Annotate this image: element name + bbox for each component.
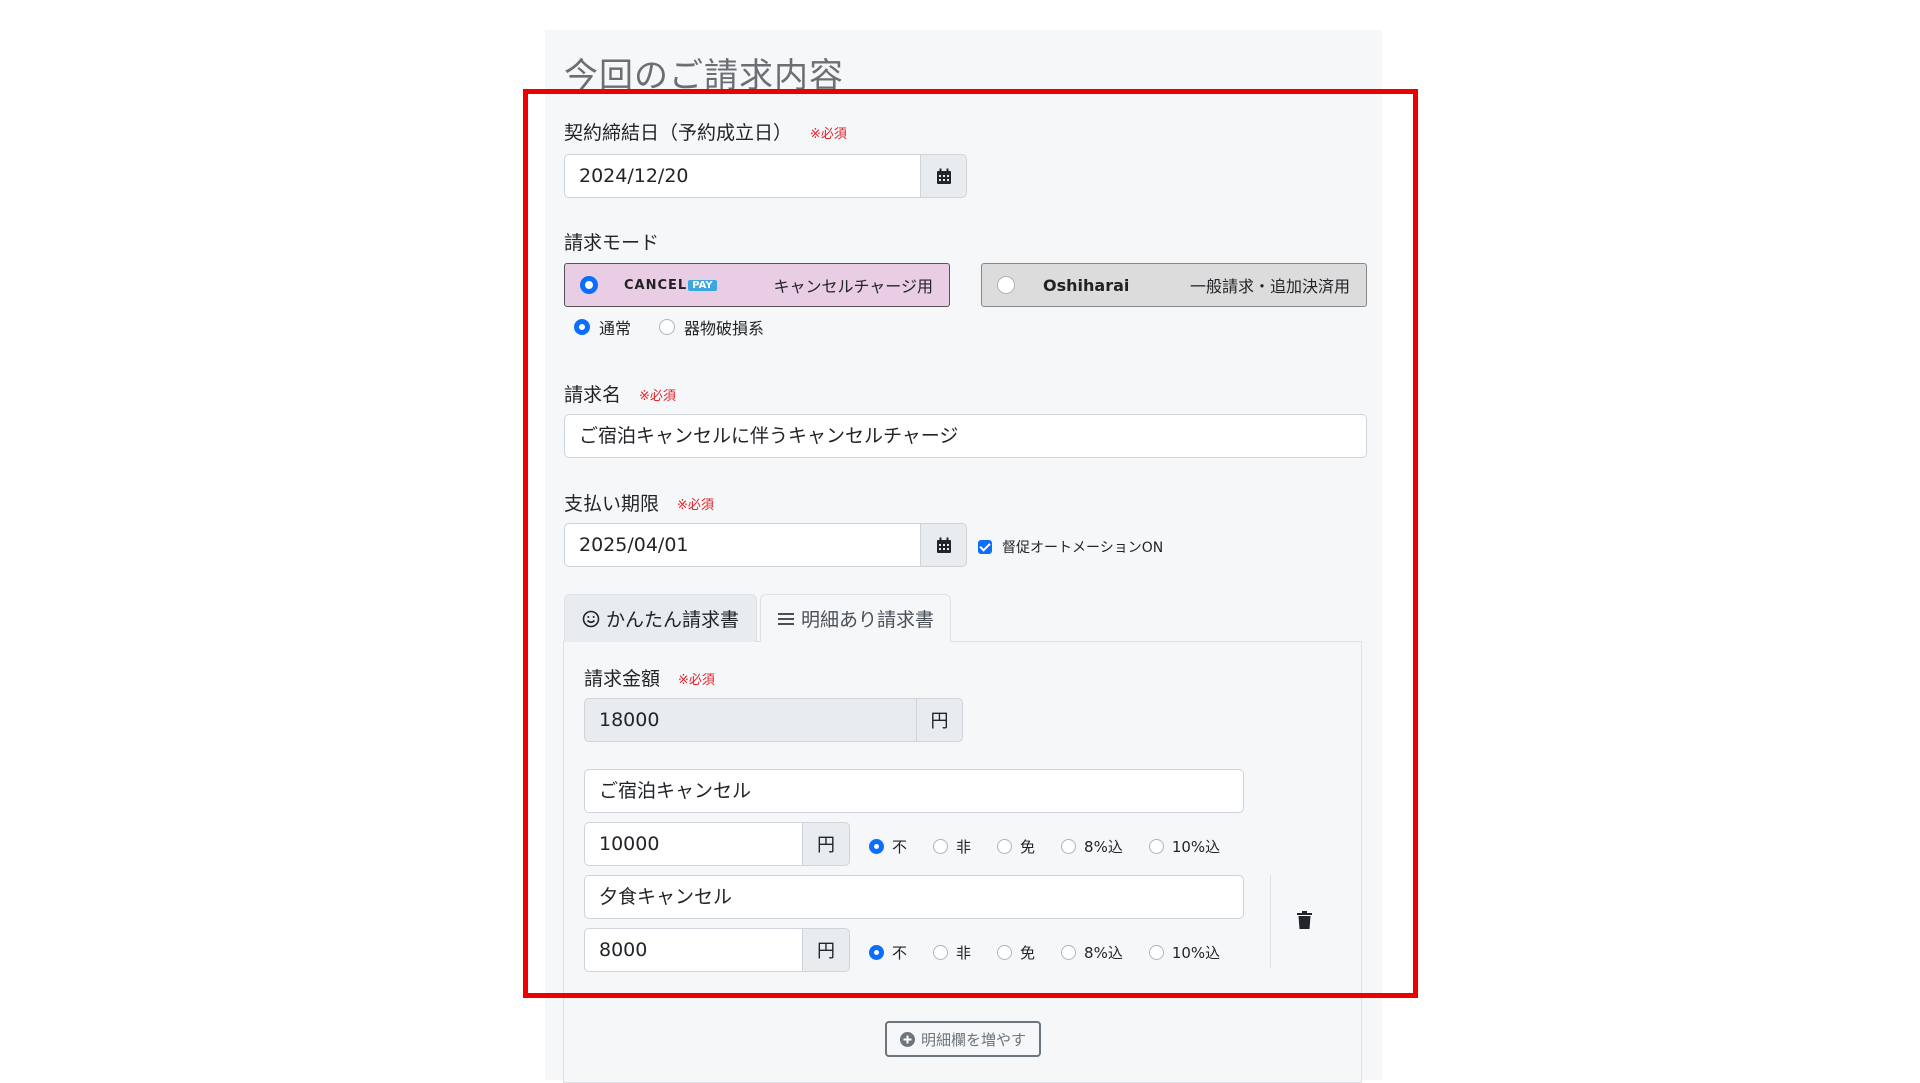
plus-circle-icon [899,1031,915,1047]
highlight-box [523,89,1418,998]
add-line-item-button[interactable]: 明細欄を増やす [885,1021,1041,1057]
add-line-item-label: 明細欄を増やす [920,1030,1026,1049]
